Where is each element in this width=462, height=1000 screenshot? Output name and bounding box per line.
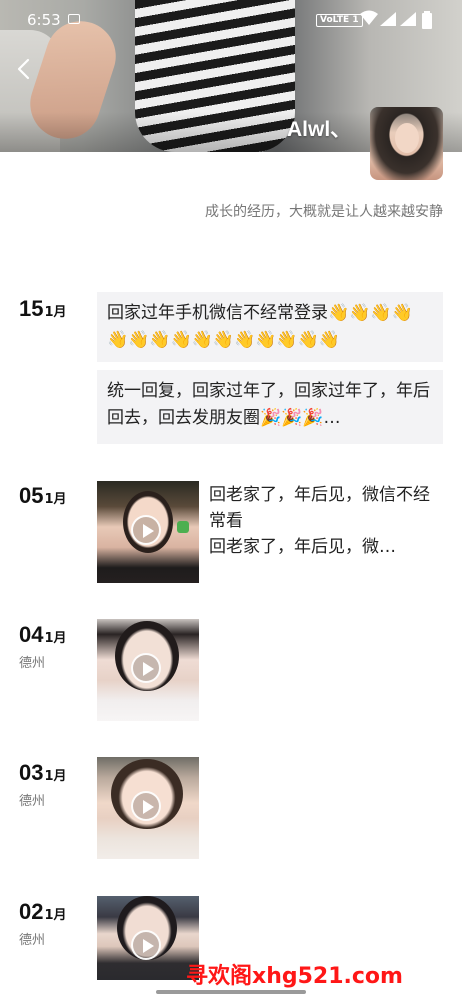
text-post[interactable]: 统一回复，回家过年了，回家过年了，年后回去，回去发朋友圈🎉🎉🎉… (97, 370, 443, 444)
profile-nickname: Alwl、 (287, 118, 352, 141)
signal-icon-2 (400, 12, 416, 26)
text-post[interactable]: 回家过年手机微信不经常登录👋👋👋👋👋👋👋👋👋👋👋👋👋👋👋 (97, 292, 443, 362)
wifi-icon (360, 10, 378, 25)
post-date: 031月 (19, 760, 67, 785)
signal-icon (380, 12, 396, 26)
profile-avatar[interactable] (370, 107, 443, 180)
sticker-icon (177, 521, 189, 533)
post-date: 051月 (19, 483, 67, 508)
watermark-text: 寻欢阁xhg521.com (186, 964, 403, 989)
post-date: 021月 (19, 899, 67, 924)
post-location: 德州 (19, 656, 46, 671)
post-date: 151月 (19, 296, 67, 321)
video-caption[interactable]: 回老家了，年后见，微信不经常看 (209, 482, 445, 534)
post-location: 德州 (19, 933, 46, 948)
battery-icon (422, 11, 432, 29)
play-icon[interactable] (131, 791, 161, 821)
play-icon[interactable] (131, 653, 161, 683)
status-bar: 6:53 VoLTE 1 (0, 0, 462, 40)
profile-signature: 成长的经历，大概就是让人越来越安静 (205, 204, 443, 220)
post-location: 德州 (19, 794, 46, 809)
home-indicator[interactable] (156, 990, 306, 994)
video-thumbnail[interactable] (97, 757, 199, 859)
status-time: 6:53 (27, 11, 61, 29)
play-icon[interactable] (131, 930, 161, 960)
video-thumbnail[interactable] (97, 896, 199, 980)
volte-badge: VoLTE 1 (316, 14, 363, 27)
video-thumbnail[interactable] (97, 481, 199, 583)
video-thumbnail[interactable] (97, 619, 199, 721)
post-date: 041月 (19, 622, 67, 647)
video-caption-secondary[interactable]: 回老家了，年后见，微… (209, 534, 445, 560)
chevron-left-icon[interactable] (12, 56, 38, 82)
image-notification-icon (68, 14, 80, 24)
play-icon[interactable] (131, 515, 161, 545)
